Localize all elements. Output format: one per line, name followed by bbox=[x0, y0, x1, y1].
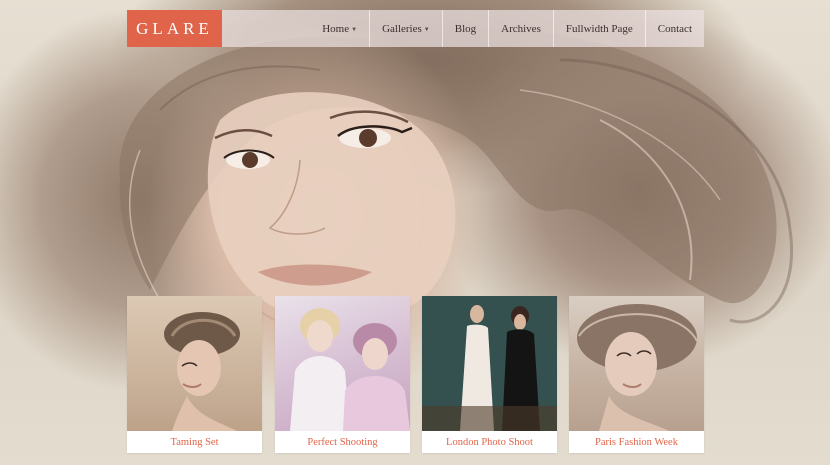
hero-background-image bbox=[0, 0, 830, 465]
nav-item-label: Archives bbox=[501, 22, 541, 35]
chevron-down-icon: ▼ bbox=[423, 26, 430, 33]
nav-item-galleries[interactable]: Galleries ▼ bbox=[369, 10, 442, 47]
chevron-down-icon: ▼ bbox=[351, 26, 358, 33]
gallery-card-perfect-shooting[interactable]: Perfect Shooting bbox=[275, 296, 410, 453]
nav-item-blog[interactable]: Blog bbox=[441, 10, 488, 47]
gallery-thumbnail[interactable] bbox=[275, 296, 410, 431]
gallery-card-paris-fashion-week[interactable]: Paris Fashion Week bbox=[569, 296, 704, 453]
gallery-card-london-photo-shoot[interactable]: London Photo Shoot bbox=[422, 296, 557, 453]
nav-item-home[interactable]: Home ▼ bbox=[310, 10, 369, 47]
gallery-caption[interactable]: Taming Set bbox=[127, 431, 262, 453]
gallery-thumbnail[interactable] bbox=[422, 296, 557, 431]
nav-item-label: Contact bbox=[657, 22, 692, 35]
nav-item-archives[interactable]: Archives bbox=[488, 10, 553, 47]
nav-item-label: Galleries bbox=[382, 22, 422, 35]
gallery-caption[interactable]: Paris Fashion Week bbox=[569, 431, 704, 453]
nav-item-contact[interactable]: Contact bbox=[644, 10, 704, 47]
nav-item-label: Blog bbox=[454, 22, 477, 35]
voluminous-hair-portrait-image bbox=[577, 304, 698, 431]
site-logo[interactable]: GLARE bbox=[127, 10, 222, 47]
nav-item-label: Fullwidth Page bbox=[565, 22, 633, 35]
hero-portrait-illustration bbox=[119, 29, 793, 332]
gallery-thumbnail[interactable] bbox=[127, 296, 262, 431]
site-logo-text: GLARE bbox=[136, 18, 213, 38]
gallery-caption[interactable]: London Photo Shoot bbox=[422, 431, 557, 453]
nav-item-label: Home bbox=[322, 22, 350, 35]
gallery-thumbnail[interactable] bbox=[569, 296, 704, 431]
gallery-caption[interactable]: Perfect Shooting bbox=[275, 431, 410, 453]
main-navigation: Home ▼ Galleries ▼ Blog Archives Fullwid… bbox=[222, 10, 704, 47]
gallery-card-taming-set[interactable]: Taming Set bbox=[127, 296, 262, 453]
two-women-pastel-portrait-image bbox=[290, 308, 410, 431]
two-women-dresses-portrait-image bbox=[422, 296, 557, 431]
braided-updo-portrait-image bbox=[164, 312, 240, 431]
nav-item-fullwidth-page[interactable]: Fullwidth Page bbox=[552, 10, 645, 47]
